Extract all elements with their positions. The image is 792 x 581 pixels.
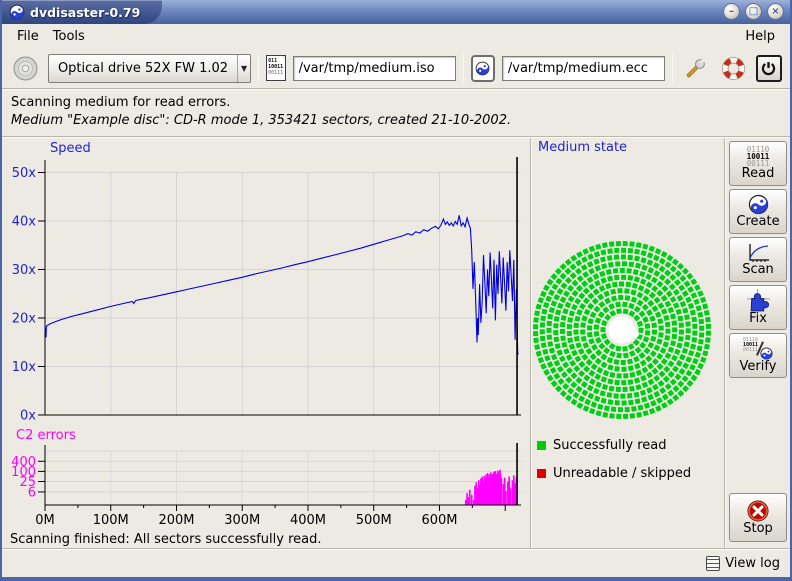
drive-selector[interactable]: Optical drive 52X FW 1.02 ▼ bbox=[48, 54, 251, 83]
verify-icon: 01110 10011 00111 bbox=[743, 338, 773, 360]
app-logo-icon bbox=[9, 4, 25, 20]
menu-file[interactable]: File bbox=[10, 27, 46, 46]
svg-text:20x: 20x bbox=[12, 312, 37, 327]
stop-icon bbox=[747, 500, 769, 522]
iso-icon-row: 00111 bbox=[268, 70, 283, 76]
verify-button-label: Verify bbox=[740, 360, 777, 374]
scan-charts: 0x10x20x30x40x50xSpeed6251004000M100M200… bbox=[2, 138, 530, 548]
iso-file-icon: 011 10011 00111 bbox=[266, 55, 285, 81]
toolbar: Optical drive 52X FW 1.02 ▼ 011 10011 00… bbox=[2, 48, 790, 89]
svg-text:40x: 40x bbox=[12, 215, 37, 230]
legend-row: Unreadable / skipped bbox=[537, 466, 691, 481]
medium-state-title: Medium state bbox=[538, 140, 627, 155]
medium-state-legend: Successfully read Unreadable / skipped bbox=[537, 438, 691, 481]
menu-help[interactable]: Help bbox=[738, 27, 782, 46]
action-button-column: 01110 10011 00111 Read Create bbox=[726, 138, 790, 548]
svg-text:0x: 0x bbox=[20, 409, 36, 424]
menu-bar: File Tools Help bbox=[2, 24, 790, 48]
chevron-down-icon: ▼ bbox=[237, 55, 250, 82]
medium-state-disc bbox=[532, 238, 716, 422]
toolbar-separator bbox=[463, 53, 464, 83]
legend-color-unreadable bbox=[537, 469, 546, 478]
stop-button-label: Stop bbox=[743, 522, 773, 536]
svg-text:10x: 10x bbox=[12, 360, 37, 375]
minimize-button[interactable]: – bbox=[723, 3, 740, 20]
stop-button[interactable]: Stop bbox=[729, 493, 787, 542]
view-log-button[interactable]: View log bbox=[706, 556, 780, 571]
ecc-path-input[interactable] bbox=[502, 56, 665, 81]
scan-result-text: Scanning finished: All sectors successfu… bbox=[10, 532, 322, 547]
verify-button[interactable]: 01110 10011 00111 Verify bbox=[729, 333, 787, 378]
svg-text:0M: 0M bbox=[35, 513, 55, 528]
svg-text:50x: 50x bbox=[12, 166, 37, 181]
create-button-label: Create bbox=[736, 215, 779, 229]
legend-label-unreadable: Unreadable / skipped bbox=[553, 466, 691, 481]
cd-drive-icon bbox=[12, 55, 39, 82]
wrench-icon bbox=[683, 56, 708, 81]
view-log-label: View log bbox=[725, 556, 780, 571]
status-line-2: Medium "Example disc": CD-R mode 1, 3534… bbox=[11, 112, 781, 130]
title-tab: dvdisaster-0.79 bbox=[2, 0, 162, 24]
svg-text:100M: 100M bbox=[93, 513, 129, 528]
drive-select-button[interactable] bbox=[10, 52, 41, 84]
status-area: Scanning medium for read errors. Medium … bbox=[2, 89, 790, 136]
legend-color-success bbox=[537, 441, 546, 450]
power-icon bbox=[761, 61, 776, 76]
page-fold bbox=[280, 55, 286, 61]
scan-button[interactable]: Scan bbox=[729, 237, 787, 282]
legend-row: Successfully read bbox=[537, 438, 691, 453]
maximize-button[interactable]: □ bbox=[745, 3, 762, 20]
svg-text:C2 errors: C2 errors bbox=[16, 428, 76, 443]
window-border bbox=[2, 577, 790, 581]
svg-text:30x: 30x bbox=[12, 263, 37, 278]
help-button[interactable] bbox=[718, 52, 749, 84]
quit-button[interactable] bbox=[756, 55, 782, 82]
svg-text:Speed: Speed bbox=[50, 141, 91, 156]
binary-read-icon: 01110 10011 00111 bbox=[747, 146, 770, 167]
svg-text:500M: 500M bbox=[356, 513, 392, 528]
ecc-file-icon bbox=[471, 55, 495, 82]
read-button[interactable]: 01110 10011 00111 Read bbox=[729, 141, 787, 186]
status-line-1: Scanning medium for read errors. bbox=[11, 94, 781, 112]
svg-text:200M: 200M bbox=[158, 513, 194, 528]
title-bar[interactable]: dvdisaster-0.79 – □ × bbox=[2, 0, 790, 24]
menu-tools[interactable]: Tools bbox=[46, 27, 92, 46]
toolbar-separator bbox=[672, 53, 673, 83]
legend-label-success: Successfully read bbox=[553, 438, 666, 453]
log-icon bbox=[706, 556, 720, 571]
read-button-label: Read bbox=[742, 167, 775, 181]
svg-text:400M: 400M bbox=[290, 513, 326, 528]
preferences-button[interactable] bbox=[680, 52, 711, 84]
app-window: dvdisaster-0.79 – □ × File Tools Help Op… bbox=[0, 0, 792, 581]
yin-yang-icon bbox=[748, 194, 769, 215]
scan-chart-icon bbox=[746, 243, 771, 263]
create-button[interactable]: Create bbox=[729, 189, 787, 234]
status-bar: View log bbox=[2, 548, 790, 577]
medium-state-panel: Medium state Successfully read Unreadabl… bbox=[532, 138, 724, 548]
svg-text:300M: 300M bbox=[224, 513, 260, 528]
fix-button[interactable]: Fix bbox=[729, 285, 787, 330]
main-area: 0x10x20x30x40x50xSpeed6251004000M100M200… bbox=[2, 138, 790, 548]
svg-text:600M: 600M bbox=[421, 513, 457, 528]
window-title: dvdisaster-0.79 bbox=[30, 5, 140, 20]
speed-and-c2-charts: 0x10x20x30x40x50xSpeed6251004000M100M200… bbox=[2, 138, 530, 530]
scan-button-label: Scan bbox=[742, 263, 774, 277]
fix-button-label: Fix bbox=[749, 312, 767, 326]
svg-text:400: 400 bbox=[11, 455, 36, 470]
iso-path-input[interactable] bbox=[293, 56, 456, 81]
drive-selector-value: Optical drive 52X FW 1.02 bbox=[49, 61, 237, 76]
toolbar-separator bbox=[258, 53, 259, 83]
lifebuoy-icon bbox=[721, 56, 746, 81]
puzzle-piece-icon bbox=[747, 289, 770, 312]
close-button[interactable]: × bbox=[767, 3, 784, 20]
